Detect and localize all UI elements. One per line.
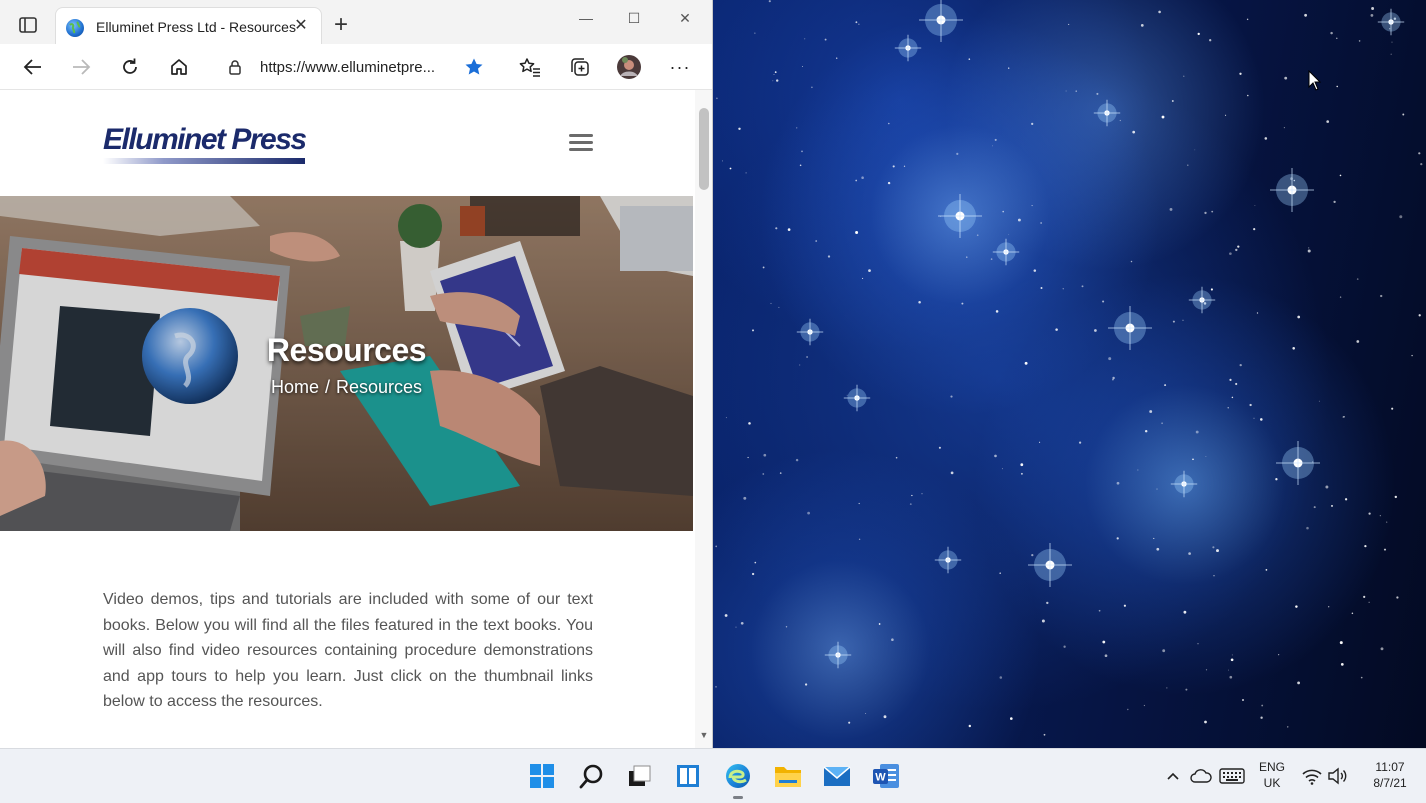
svg-text:W: W xyxy=(875,772,886,784)
tab-close-icon[interactable]: ✕ xyxy=(292,17,310,35)
new-tab-button[interactable]: + xyxy=(330,13,352,37)
browser-window: Elluminet Press Ltd - Resources ✕ + — ☐ … xyxy=(0,0,713,748)
back-icon[interactable] xyxy=(20,54,46,80)
word-icon[interactable]: W xyxy=(870,760,902,792)
logo-text: Elluminet Press xyxy=(103,123,307,156)
intro-paragraph: Video demos, tips and tutorials are incl… xyxy=(103,591,593,710)
refresh-icon[interactable] xyxy=(117,54,143,80)
logo-underline xyxy=(103,158,305,164)
close-window-button[interactable]: ✕ xyxy=(665,6,705,30)
active-app-indicator xyxy=(733,796,743,799)
minimize-button[interactable]: — xyxy=(566,6,606,30)
language-code: ENG xyxy=(1258,760,1285,774)
mail-icon[interactable] xyxy=(821,760,853,792)
keyboard-layout-code: UK xyxy=(1263,776,1281,790)
scroll-down-arrow-icon[interactable]: ▼ xyxy=(699,730,709,740)
home-icon[interactable] xyxy=(166,54,192,80)
breadcrumb-home-link[interactable]: Home xyxy=(271,377,319,397)
browser-toolbar: https://www.elluminetpre... ··· xyxy=(0,44,712,90)
hamburger-menu-icon[interactable] xyxy=(569,134,593,152)
search-icon[interactable] xyxy=(576,760,608,792)
clock-date: 8/7/21 xyxy=(1373,776,1407,790)
task-view-icon[interactable] xyxy=(623,760,655,792)
keyboard-icon[interactable] xyxy=(1218,766,1246,786)
show-hidden-icons-chevron-icon[interactable] xyxy=(1164,767,1182,785)
breadcrumb: Home / Resources xyxy=(0,377,693,398)
lock-icon[interactable] xyxy=(228,59,242,80)
wifi-icon[interactable] xyxy=(1300,765,1324,787)
hero-banner: Resources Home / Resources xyxy=(0,196,693,531)
mouse-cursor-icon xyxy=(1308,70,1322,91)
forward-icon[interactable] xyxy=(68,54,94,80)
maximize-button[interactable]: ☐ xyxy=(614,6,654,30)
tab-bar: Elluminet Press Ltd - Resources ✕ + — ☐ … xyxy=(0,0,712,44)
tab-title: Elluminet Press Ltd - Resources xyxy=(96,19,296,35)
site-favicon-icon xyxy=(66,19,84,37)
favorites-icon[interactable] xyxy=(517,54,543,80)
scrollbar-thumb[interactable] xyxy=(699,108,709,190)
web-page: Elluminet Press Resources Home / Resourc… xyxy=(0,90,695,748)
hero-title: Resources xyxy=(266,332,427,368)
site-logo[interactable]: Elluminet Press xyxy=(103,123,307,164)
collections-icon[interactable] xyxy=(566,54,592,80)
edge-icon[interactable] xyxy=(722,760,754,792)
start-icon[interactable] xyxy=(526,760,558,792)
clock-time: 11:07 xyxy=(1375,760,1405,774)
onedrive-cloud-icon[interactable] xyxy=(1190,766,1212,786)
favorite-star-icon[interactable] xyxy=(464,57,484,82)
more-icon[interactable]: ··· xyxy=(667,54,693,80)
breadcrumb-current: Resources xyxy=(335,377,423,397)
widgets-icon[interactable] xyxy=(672,760,704,792)
file-explorer-icon[interactable] xyxy=(772,760,804,792)
input-language-indicator[interactable]: ENG UK xyxy=(1252,759,1292,791)
volume-icon[interactable] xyxy=(1326,765,1350,787)
page-scrollbar[interactable]: ▼ xyxy=(695,90,712,748)
breadcrumb-separator: / xyxy=(324,377,330,397)
address-bar[interactable]: https://www.elluminetpre... xyxy=(218,52,494,82)
tab-active[interactable]: Elluminet Press Ltd - Resources ✕ xyxy=(55,7,322,44)
tab-actions-icon[interactable] xyxy=(18,16,38,34)
profile-avatar[interactable] xyxy=(616,54,642,80)
url-text: https://www.elluminetpre... xyxy=(260,59,436,76)
clock[interactable]: 11:07 8/7/21 xyxy=(1360,759,1420,791)
taskbar: W ENG UK 11:07 8/7/21 xyxy=(0,748,1426,803)
